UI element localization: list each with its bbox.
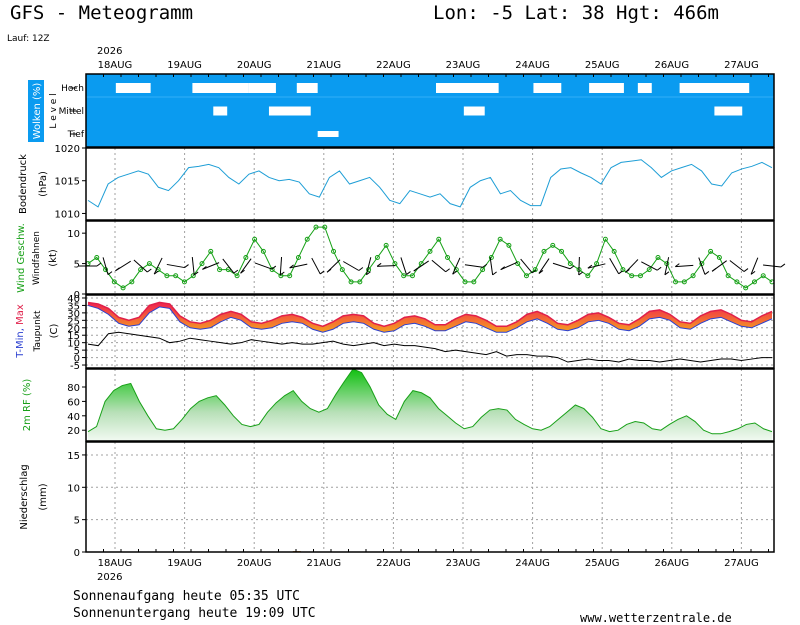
y-tick-label: 5	[74, 260, 80, 271]
cloud-block	[463, 106, 485, 116]
humidity-axis-label: 2m RF (%)	[22, 379, 33, 432]
panel-bg	[86, 295, 774, 368]
panel-bg	[86, 221, 774, 294]
y-tick-label: 60	[67, 397, 80, 408]
temp-unit-label: (C)	[49, 324, 60, 339]
location-info: Lon: -5 Lat: 38 Hgt: 466m	[433, 2, 719, 24]
wind-axis-label: Wind Geschw.	[16, 223, 27, 293]
wind-barb-flag	[780, 263, 786, 268]
y-tick-label: 1020	[55, 144, 80, 155]
x-tick-label-bottom: 24AUG	[515, 558, 550, 569]
panel-wind: 0510Wind Geschw. Windfahnen (kt)	[16, 220, 786, 301]
cloud-background	[86, 74, 774, 147]
cloud-block	[268, 106, 311, 116]
y-tick-label: 1010	[55, 209, 80, 220]
y-tick-label: 20	[67, 426, 80, 437]
level-label: Hoch	[61, 84, 84, 94]
x-tick-label-bottom: 21AUG	[306, 558, 341, 569]
x-tick-label-bottom: 25AUG	[585, 558, 620, 569]
x-axis-top: 18AUG 19AUG 20AUG 21AUG 22AUG 23AUG 24AUG 25AUG…	[98, 60, 759, 71]
x-tick-label-top: 27AUG	[724, 60, 759, 71]
temp-axis-label: T-Min, Max	[15, 304, 26, 359]
level-axis-label: L e v e l	[49, 93, 59, 128]
cloud-block	[248, 83, 276, 93]
cloud-block	[317, 131, 339, 137]
panel-temperature: -50510152025303540T-Min, Max Taupunkt (C)	[15, 294, 775, 372]
cloud-block	[436, 83, 499, 93]
panel-pressure: 1010 1015 1020 Bodendruck (hPa)	[18, 144, 775, 221]
y-tick-label: 1015	[55, 177, 80, 188]
title: GFS - Meteogramm	[10, 2, 193, 24]
dewpoint-axis-label: Taupunkt	[33, 310, 43, 353]
run-label: Lauf: 12Z	[7, 34, 50, 44]
precip-unit-label: (mm)	[38, 483, 49, 510]
x-tick-label-top: 20AUG	[237, 60, 272, 71]
meteogram: GFS - Meteogramm Lon: -5 Lat: 38 Hgt: 46…	[7, 2, 786, 625]
x-tick-label-top: 24AUG	[515, 60, 550, 71]
level-label: Tief	[67, 130, 85, 140]
x-tick-label-top: 25AUG	[585, 60, 620, 71]
panel-bg	[86, 148, 774, 220]
x-tick-label-bottom: 20AUG	[237, 558, 272, 569]
cloud-block	[533, 83, 562, 93]
y-tick-label: 0	[74, 548, 80, 559]
pressure-unit-label: (hPa)	[38, 171, 49, 197]
precip-axis-label: Niederschlag	[19, 464, 30, 529]
x-tick-label-bottom: 19AUG	[167, 558, 202, 569]
year-top: 2026	[97, 46, 122, 57]
panel-clouds: Hoch Mittel Tief Wolken (%) L e v e l	[28, 73, 775, 148]
year-bottom: 2026	[97, 572, 122, 583]
wind-unit-label: (kt)	[48, 249, 59, 267]
windbarb-axis-label: Windfahnen	[32, 231, 42, 285]
x-tick-label-bottom: 23AUG	[446, 558, 481, 569]
cloud-block	[192, 83, 249, 93]
cloud-block	[589, 83, 624, 93]
x-tick-label-bottom: 27AUG	[724, 558, 759, 569]
x-tick-label-top: 26AUG	[654, 60, 689, 71]
y-tick-label: 10	[67, 229, 80, 240]
sunrise-text: Sonnenaufgang heute 05:35 UTC	[73, 589, 300, 604]
y-tick-label: 40	[67, 294, 80, 305]
site-link[interactable]: www.wetterzentrale.de	[580, 611, 732, 625]
panel-humidity: 20 40 60 80 2m RF (%)	[22, 368, 775, 442]
x-tick-label-top: 23AUG	[446, 60, 481, 71]
cloud-axis-label: Wolken (%)	[32, 83, 43, 140]
x-tick-label-top: 21AUG	[306, 60, 341, 71]
y-tick-label: 80	[67, 383, 80, 394]
wind-barb	[578, 256, 580, 276]
level-label: Mittel	[59, 107, 84, 117]
cloud-block	[714, 106, 743, 116]
x-tick-label-bottom: 18AUG	[98, 558, 133, 569]
x-tick-label-top: 22AUG	[376, 60, 411, 71]
wind-barb	[377, 265, 396, 267]
panel-bg	[86, 442, 774, 552]
x-tick-label-bottom: 26AUG	[654, 558, 689, 569]
panel-precipitation: 0 5 10 15 Niederschlag (mm)	[19, 441, 775, 559]
cloud-block	[637, 83, 652, 93]
cloud-block	[213, 106, 228, 116]
x-axis-bottom: 18AUG 19AUG 20AUG 21AUG 22AUG 23AUG 24AUG 25AUG…	[98, 558, 759, 569]
x-tick-label-top: 19AUG	[167, 60, 202, 71]
y-tick-label: 15	[67, 451, 80, 462]
x-tick-label-top: 18AUG	[98, 60, 133, 71]
sunset-text: Sonnenuntergang heute 19:09 UTC	[73, 606, 316, 621]
y-tick-label: 10	[67, 483, 80, 494]
y-tick-label: 5	[74, 516, 80, 527]
cloud-block	[679, 83, 750, 93]
cloud-block	[296, 83, 318, 93]
pressure-axis-label: Bodendruck	[18, 154, 29, 214]
cloud-block	[115, 83, 151, 93]
y-tick-label: 40	[67, 412, 80, 423]
x-tick-label-bottom: 22AUG	[376, 558, 411, 569]
